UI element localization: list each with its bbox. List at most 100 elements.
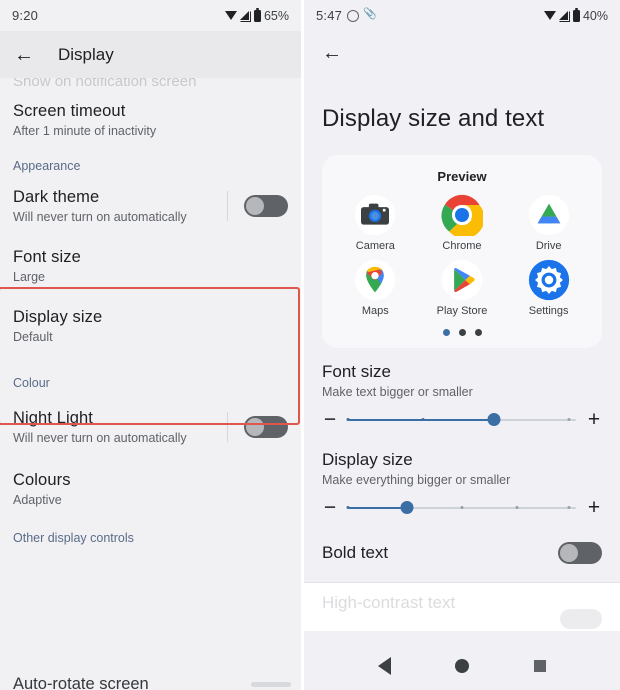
display-size-title: Display size <box>322 450 413 469</box>
app-label: Settings <box>528 305 569 317</box>
app-label: Maps <box>361 305 389 317</box>
slider-tick-5[interactable] <box>567 505 571 509</box>
chat-icon <box>347 9 360 22</box>
system-navigation-bar <box>304 642 620 690</box>
settings-icon <box>528 259 570 301</box>
left-status-icons: 65% <box>224 7 289 23</box>
cut-off-bottom-row[interactable]: Auto-rotate screen <box>0 664 301 690</box>
slider-tick-1[interactable] <box>346 505 350 509</box>
nav-home-icon[interactable] <box>455 659 470 673</box>
signal-icon <box>558 10 570 21</box>
page-dot-1[interactable] <box>442 329 450 336</box>
status-time: 5:47 <box>316 8 343 23</box>
wifi-icon <box>543 10 556 21</box>
right-phone-screen: 5:47 40% ← Display size and text Preview <box>304 0 620 690</box>
dual-screenshot-container: 9:20 65% ← Display Show on notification … <box>0 0 620 690</box>
cut-off-top-row[interactable]: Show on notification screen <box>0 78 301 92</box>
display-size-increase-button[interactable]: + <box>586 497 602 518</box>
night-light-toggle[interactable] <box>244 416 288 438</box>
auto-rotate-toggle[interactable] <box>251 682 291 687</box>
right-status-bar: 5:47 40% <box>304 0 620 31</box>
display-size-slider-thumb[interactable] <box>400 500 414 514</box>
list-item-screen-timeout[interactable]: Screen timeout After 1 minute of inactiv… <box>0 92 301 146</box>
nav-recents-icon[interactable] <box>533 660 546 672</box>
font-size-slider[interactable] <box>346 410 576 430</box>
pin-icon <box>363 7 377 22</box>
font-size-slider-thumb[interactable] <box>487 412 501 426</box>
display-size-slider[interactable] <box>346 498 576 518</box>
display-size-section: Display size Make everything bigger or s… <box>304 436 620 487</box>
row-subtitle: Adaptive <box>13 493 62 507</box>
slider-tick-4[interactable] <box>515 505 519 509</box>
list-item-font-size[interactable]: Font size Large <box>0 232 301 292</box>
app-label: Play Store <box>436 305 488 317</box>
bold-text-row[interactable]: Bold text <box>304 524 620 583</box>
row-text: Night Light Will never turn on automatic… <box>13 409 227 445</box>
slider-tick-2[interactable] <box>421 417 425 421</box>
wifi-icon <box>224 10 237 21</box>
display-size-decrease-button[interactable]: − <box>322 497 338 518</box>
high-contrast-text-label: High-contrast text <box>322 593 456 612</box>
slider-tick-4[interactable] <box>567 417 571 421</box>
battery-icon <box>253 7 261 22</box>
row-subtitle: Large <box>13 270 45 284</box>
toggle-knob <box>246 418 264 436</box>
row-title: Colours <box>13 471 71 489</box>
camera-icon <box>354 194 396 236</box>
list-item-night-light[interactable]: Night Light Will never turn on automatic… <box>0 395 301 453</box>
left-appbar: ← Display <box>0 31 301 78</box>
section-header-colour: Colour <box>13 376 50 390</box>
app-cell-camera[interactable]: Camera <box>354 194 396 252</box>
list-item-dark-theme[interactable]: Dark theme Will never turn on automatica… <box>0 178 301 232</box>
font-size-slider-row[interactable]: − + <box>304 399 620 436</box>
list-item-display-size[interactable]: Display size Default <box>0 292 301 358</box>
nav-back-icon[interactable] <box>378 657 392 675</box>
page-title: Display size and text <box>322 105 545 132</box>
app-cell-settings[interactable]: Settings <box>528 259 570 317</box>
row-divider <box>227 191 228 221</box>
row-subtitle: Will never turn on automatically <box>13 431 187 445</box>
section-header-other-display-controls: Other display controls <box>13 531 134 545</box>
right-status-time-group: 5:47 <box>316 7 377 24</box>
font-size-increase-button[interactable]: + <box>586 409 602 430</box>
high-contrast-toggle[interactable] <box>560 609 602 629</box>
app-cell-chrome[interactable]: Chrome <box>441 194 485 252</box>
page-indicator-dots[interactable] <box>332 329 592 336</box>
app-cell-drive[interactable]: Drive <box>528 194 570 252</box>
signal-icon <box>239 10 251 21</box>
list-item-colours[interactable]: Colours Adaptive <box>0 453 301 515</box>
row-subtitle: Will never turn on automatically <box>13 210 187 224</box>
right-appbar: ← <box>304 31 620 75</box>
status-time: 9:20 <box>12 8 39 23</box>
display-size-slider-row[interactable]: − + <box>304 487 620 524</box>
display-size-subtitle: Make everything bigger or smaller <box>322 473 511 487</box>
page-dot-2[interactable] <box>458 329 466 336</box>
cut-off-bottom-row-label: Auto-rotate screen <box>13 675 149 690</box>
app-label: Camera <box>355 240 395 252</box>
chrome-icon <box>441 194 485 239</box>
dark-theme-toggle[interactable] <box>244 195 288 217</box>
slider-tick-1[interactable] <box>346 417 350 421</box>
font-size-section: Font size Make text bigger or smaller <box>304 348 620 399</box>
maps-icon <box>354 259 396 301</box>
back-arrow-icon[interactable]: ← <box>14 45 34 65</box>
preview-label: Preview <box>437 169 487 184</box>
font-size-subtitle: Make text bigger or smaller <box>322 385 473 399</box>
toggle-knob <box>560 544 578 562</box>
slider-tick-3[interactable] <box>460 505 464 509</box>
slider-fill <box>348 506 408 509</box>
high-contrast-text-row[interactable]: High-contrast text <box>304 583 620 631</box>
app-cell-play-store[interactable]: Play Store <box>436 259 488 317</box>
preview-app-grid: Camera Chrome Drive Maps Play Store Sett… <box>332 194 592 317</box>
row-title: Night Light <box>13 409 93 427</box>
font-size-decrease-button[interactable]: − <box>322 409 338 430</box>
bold-text-toggle[interactable] <box>558 542 602 564</box>
row-subtitle: Default <box>13 330 53 344</box>
back-arrow-icon[interactable]: ← <box>322 43 342 63</box>
page-dot-3[interactable] <box>474 329 482 336</box>
bold-text-label: Bold text <box>322 543 389 562</box>
app-cell-maps[interactable]: Maps <box>354 259 396 317</box>
battery-icon <box>572 7 580 22</box>
row-text: Colours Adaptive <box>13 471 288 507</box>
left-status-time-group: 9:20 <box>12 8 38 23</box>
